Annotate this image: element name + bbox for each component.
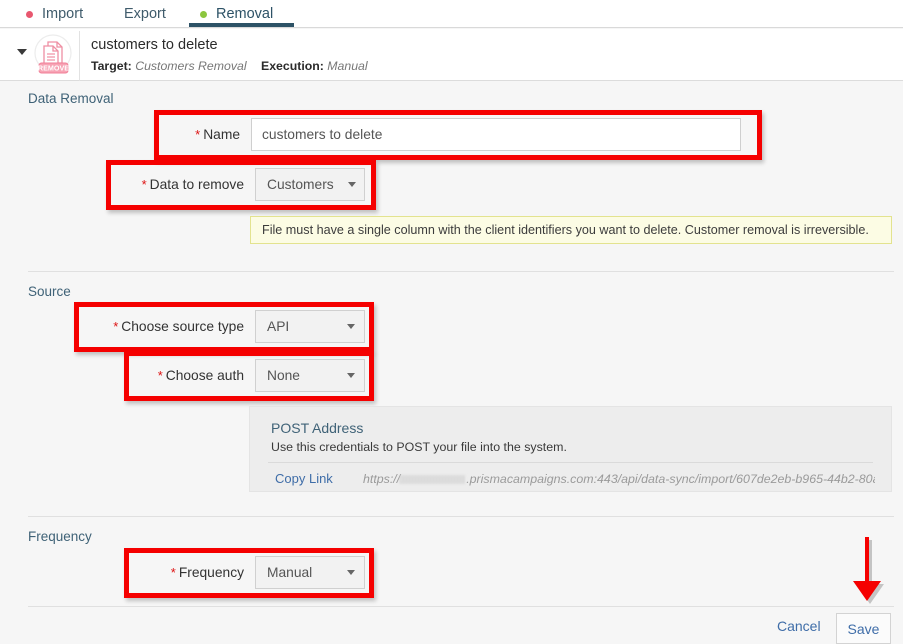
removal-status-dot xyxy=(200,10,207,18)
section-title-frequency: Frequency xyxy=(28,529,92,544)
annotation-arrow-save xyxy=(845,535,889,613)
tab-export-label: Export xyxy=(124,6,166,22)
name-required-asterisk: * xyxy=(195,127,201,142)
section-divider-1 xyxy=(28,271,894,272)
frequency-value: Manual xyxy=(267,565,313,580)
post-url-prefix: https:// xyxy=(363,472,401,486)
auth-value: None xyxy=(267,368,300,383)
chevron-down-icon xyxy=(347,570,355,575)
field-row-data-to-remove: * Data to remove Customers xyxy=(115,168,365,201)
post-url-suffix: .prismacampaigns.com:443/api/data-sync/i… xyxy=(466,472,875,486)
post-address-url: https:// .prismacampaigns.com:443/api/dat… xyxy=(363,472,875,486)
chevron-down-icon xyxy=(347,182,356,187)
auth-required-asterisk: * xyxy=(157,368,163,383)
data-to-remove-dropdown[interactable]: Customers xyxy=(255,168,365,201)
save-button[interactable]: Save xyxy=(836,613,891,644)
data-to-remove-value: Customers xyxy=(267,177,334,192)
entity-meta: Target: Customers Removal Execution: Man… xyxy=(91,59,379,73)
source-type-label-text: Choose source type xyxy=(121,319,244,334)
frequency-label: * Frequency xyxy=(133,556,255,589)
field-row-frequency: * Frequency Manual xyxy=(133,556,365,589)
execution-value: Manual xyxy=(327,59,368,73)
name-input[interactable]: customers to delete xyxy=(251,118,741,151)
field-row-name: * Name customers to delete xyxy=(163,118,741,151)
auth-label: * Choose auth xyxy=(133,359,255,392)
target-label: Target: xyxy=(91,59,132,73)
post-address-panel: POST Address Use this credentials to POS… xyxy=(249,406,892,492)
post-address-subtitle: Use this credentials to POST your file i… xyxy=(271,440,567,454)
section-divider-2 xyxy=(28,516,894,517)
tab-import-label: Import xyxy=(42,6,84,22)
removal-warning-message: File must have a single column with the … xyxy=(250,216,892,244)
target-value: Customers Removal xyxy=(135,59,247,73)
entity-title: customers to delete xyxy=(91,37,218,53)
redacted-subdomain xyxy=(400,475,467,484)
header-divider xyxy=(79,31,80,81)
execution-label: Execution: xyxy=(261,59,324,73)
tab-bar: Import Export Removal xyxy=(0,0,903,28)
collapse-caret-icon[interactable] xyxy=(17,49,27,55)
app-root: Import Export Removal REMOVE customers t… xyxy=(0,0,903,644)
name-input-value: customers to delete xyxy=(262,127,383,142)
frequency-dropdown[interactable]: Manual xyxy=(255,556,365,589)
field-row-source-type: * Choose source type API xyxy=(83,310,365,343)
post-address-title: POST Address xyxy=(271,420,364,436)
source-type-required-asterisk: * xyxy=(113,319,119,334)
active-tab-underline xyxy=(189,23,294,27)
data-to-remove-label-text: Data to remove xyxy=(149,177,244,192)
data-to-remove-required-asterisk: * xyxy=(141,177,147,192)
remove-document-icon: REMOVE xyxy=(31,33,75,77)
removal-warning-text: File must have a single column with the … xyxy=(262,223,869,237)
frequency-required-asterisk: * xyxy=(170,565,176,580)
tab-removal-label: Removal xyxy=(216,6,274,22)
data-to-remove-label: * Data to remove xyxy=(115,168,255,201)
footer-divider xyxy=(28,606,894,607)
field-row-auth: * Choose auth None xyxy=(133,359,365,392)
section-title-data-removal: Data Removal xyxy=(28,91,114,106)
auth-label-text: Choose auth xyxy=(165,368,244,383)
chevron-down-icon xyxy=(347,373,355,378)
remove-badge-text: REMOVE xyxy=(38,63,69,72)
source-type-dropdown[interactable]: API xyxy=(255,310,365,343)
source-type-label: * Choose source type xyxy=(83,310,255,343)
section-title-source: Source xyxy=(28,284,71,299)
post-address-divider xyxy=(268,462,873,463)
chevron-down-icon xyxy=(347,324,355,329)
cancel-button[interactable]: Cancel xyxy=(777,618,821,634)
frequency-label-text: Frequency xyxy=(178,565,244,580)
source-type-value: API xyxy=(267,319,290,334)
auth-dropdown[interactable]: None xyxy=(255,359,365,392)
name-label: * Name xyxy=(163,118,251,151)
import-status-dot xyxy=(26,10,33,18)
copy-link-button[interactable]: Copy Link xyxy=(275,471,333,486)
tab-import[interactable]: Import xyxy=(22,0,87,28)
name-label-text: Name xyxy=(203,127,240,142)
tab-export[interactable]: Export xyxy=(120,0,170,28)
